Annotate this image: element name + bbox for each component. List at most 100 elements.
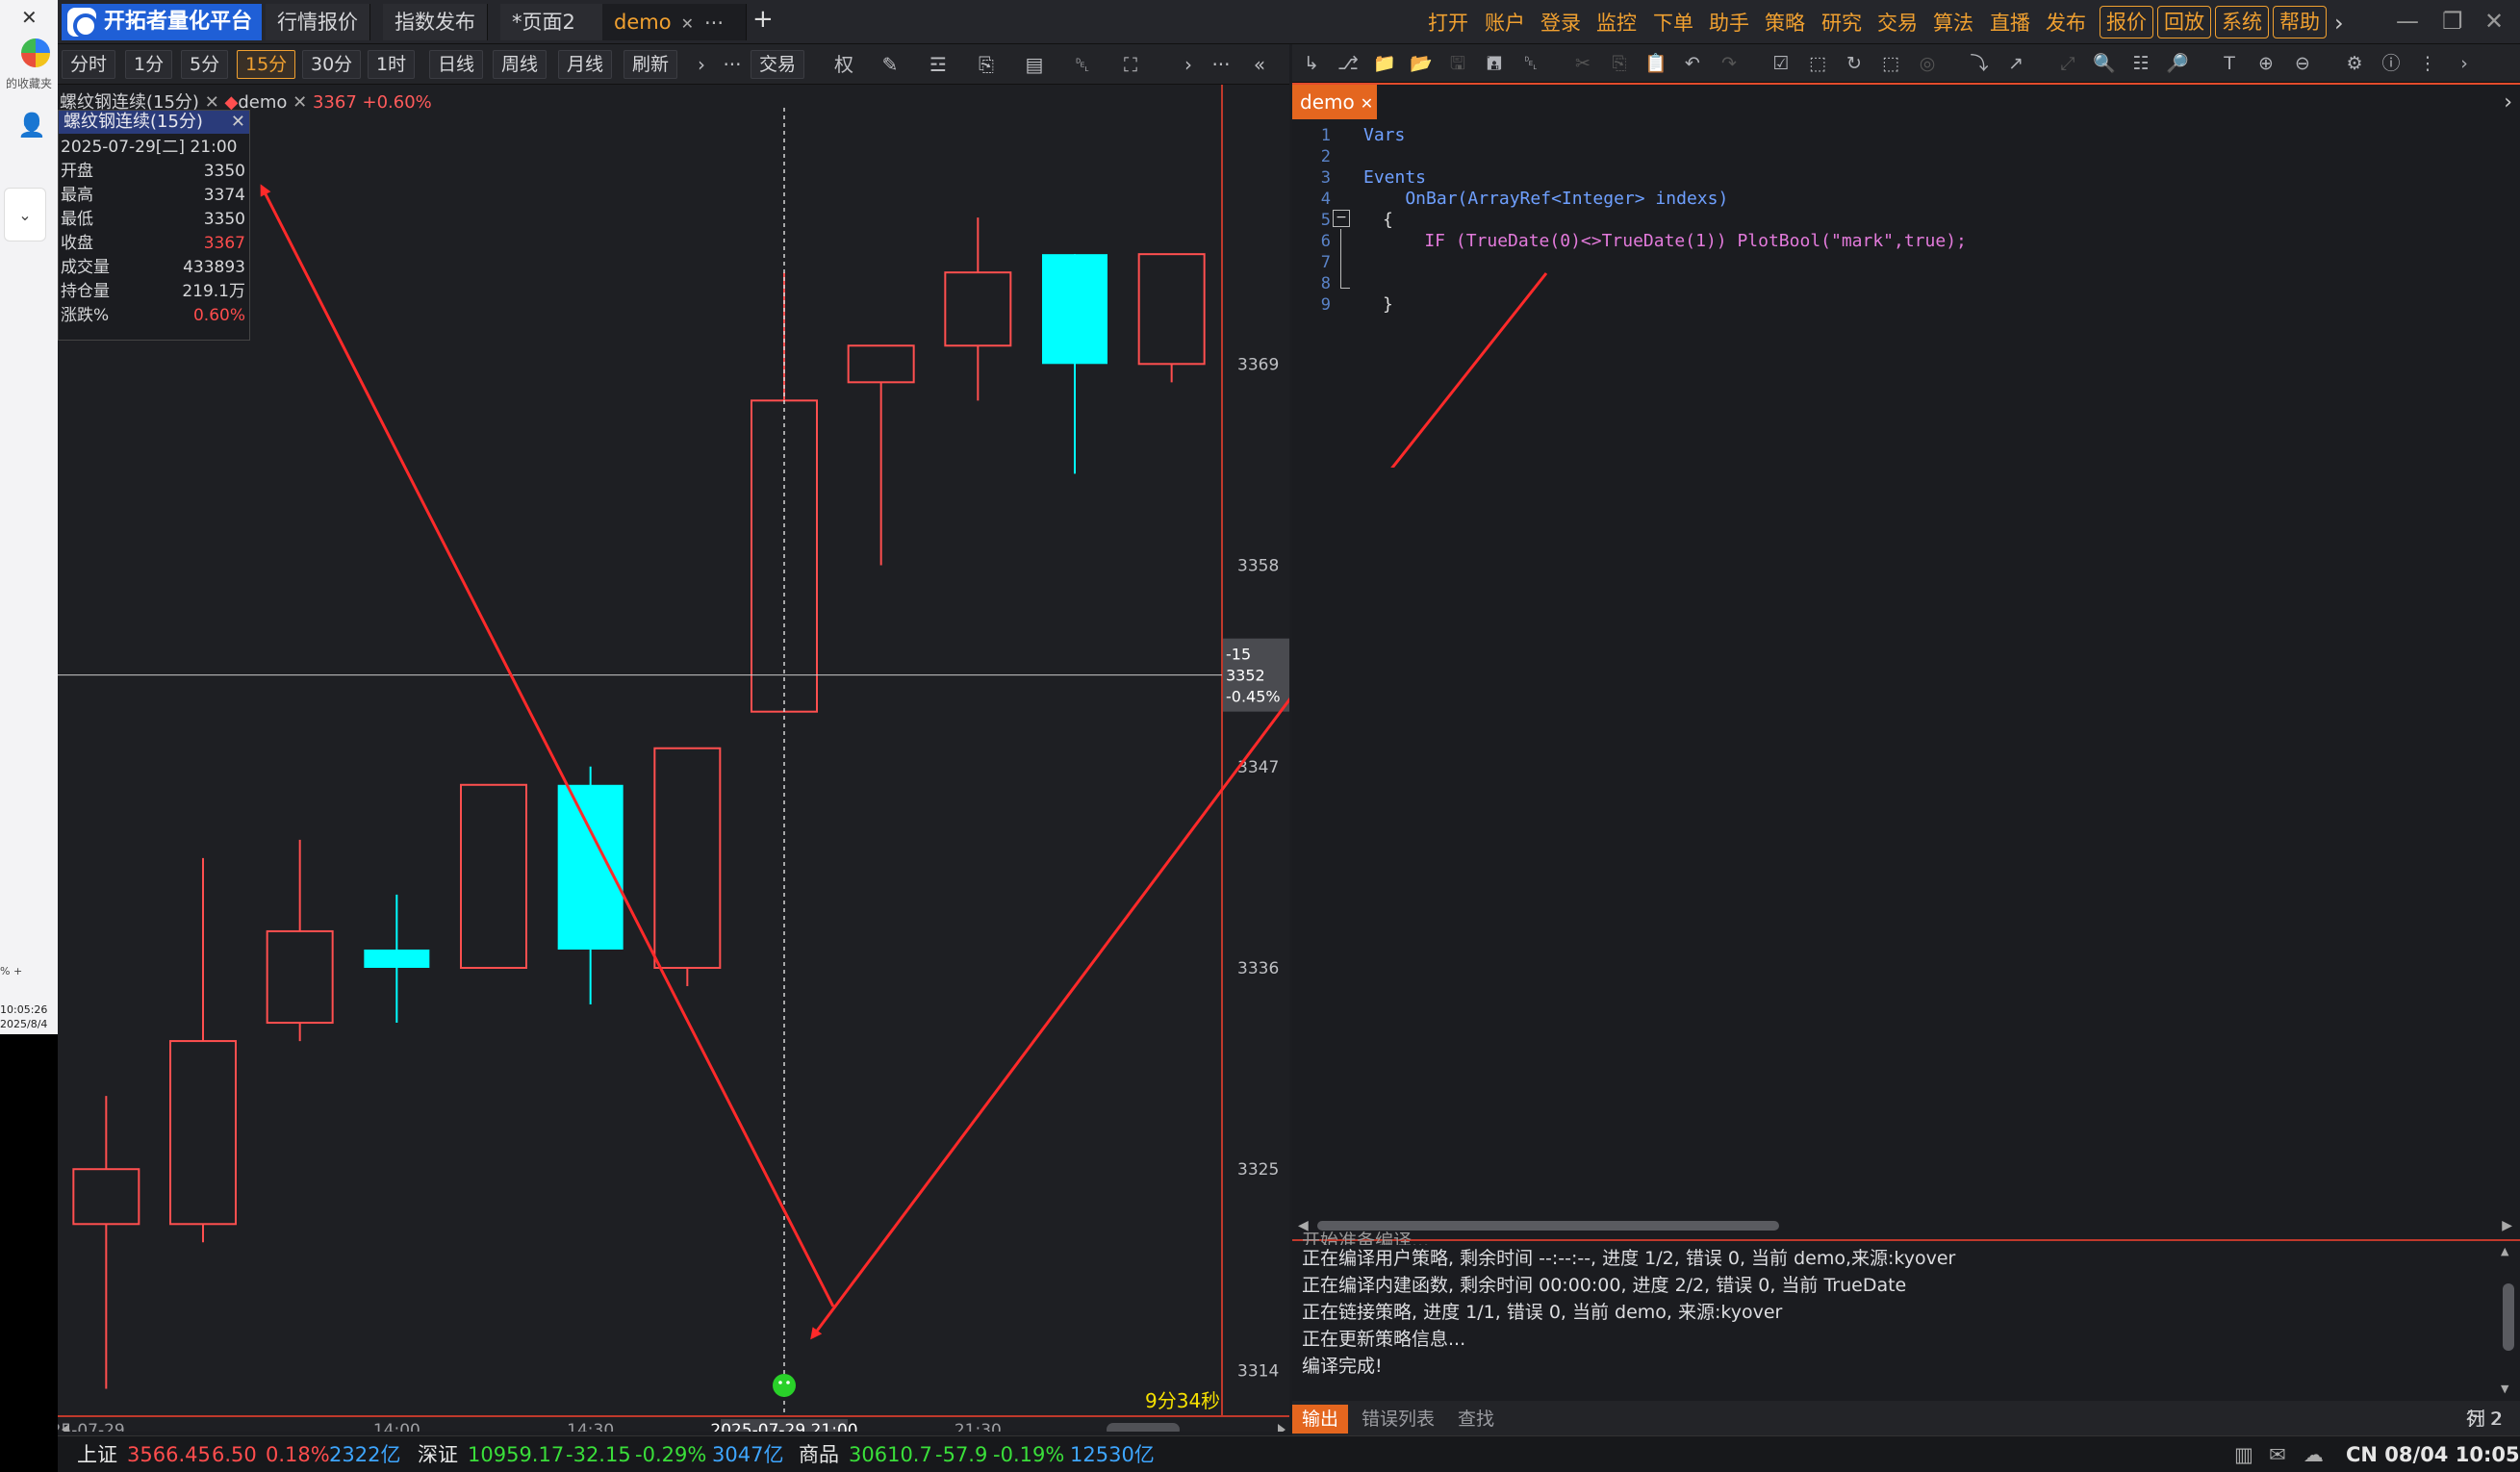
expand-icon[interactable]: ⤢ bbox=[2056, 52, 2079, 75]
menu-assistant[interactable]: 助手 bbox=[1709, 10, 1749, 37]
code-line-5[interactable]: { bbox=[1383, 210, 1393, 231]
menu-more-icon[interactable]: › bbox=[2334, 10, 2344, 37]
insert-icon[interactable]: ↳ bbox=[1300, 52, 1323, 75]
candle-body[interactable] bbox=[72, 1168, 140, 1226]
zoom-in-icon[interactable]: ⊕ bbox=[2254, 52, 2278, 75]
chevron-right-icon[interactable]: › bbox=[2453, 52, 2476, 75]
menu-quote-button[interactable]: 报价 bbox=[2100, 6, 2153, 38]
breakpoint-icon[interactable]: ◎ bbox=[1916, 52, 1939, 75]
export-icon[interactable]: ↗ bbox=[2004, 52, 2027, 75]
close-icon[interactable]: ✕ bbox=[293, 92, 307, 113]
candle-body[interactable] bbox=[364, 949, 430, 968]
scroll-thumb[interactable] bbox=[2503, 1283, 2514, 1351]
info-icon[interactable]: ⓘ bbox=[2380, 52, 2403, 75]
fold-toggle-icon[interactable]: − bbox=[1333, 210, 1350, 227]
app-brand[interactable]: 开拓者量化平台 bbox=[62, 4, 263, 40]
minimize-icon[interactable]: — bbox=[2396, 8, 2419, 35]
refresh-icon[interactable]: ↻ bbox=[1843, 52, 1866, 75]
code-editor[interactable]: demo ✕ › 1 2 3 4 5 6 7 8 9 − Vars Events OnBar(Ar… bbox=[1292, 83, 2520, 1239]
search-icon[interactable]: 🔍 bbox=[2093, 52, 2116, 75]
menu-strategy[interactable]: 策略 bbox=[1765, 10, 1805, 37]
code-line-6[interactable]: IF (TrueDate(0)<>TrueDate(1)) PlotBool("… bbox=[1383, 231, 1967, 252]
redo-icon[interactable]: ↷ bbox=[1718, 52, 1741, 75]
close-icon[interactable]: ✕ bbox=[21, 6, 42, 29]
open-folder-icon[interactable]: 📁 bbox=[1373, 52, 1396, 75]
add-branch-icon[interactable]: ⎇ bbox=[1336, 52, 1360, 75]
copy-icon[interactable]: ⎘ bbox=[974, 52, 999, 77]
more-icon[interactable]: ⋮ bbox=[2416, 52, 2439, 75]
menu-order[interactable]: 下单 bbox=[1653, 10, 1693, 37]
maximize-icon[interactable]: ❐ bbox=[2442, 8, 2463, 35]
trash-icon[interactable]: ␡ bbox=[1070, 52, 1095, 77]
tab-demo[interactable]: demo ✕ bbox=[602, 4, 747, 40]
menu-help-button[interactable]: 帮助 bbox=[2273, 6, 2327, 38]
code-line-1[interactable]: Vars bbox=[1363, 125, 1405, 146]
tab-quotes[interactable]: 行情报价 bbox=[266, 4, 370, 40]
settings-sliders-icon[interactable]: ☲ bbox=[926, 52, 951, 77]
candle-body[interactable] bbox=[1137, 253, 1206, 366]
save-icon[interactable]: 🖫 bbox=[1446, 52, 1469, 75]
candle-body[interactable] bbox=[557, 784, 624, 950]
menu-login[interactable]: 登录 bbox=[1540, 10, 1581, 37]
candle-body[interactable] bbox=[460, 783, 527, 969]
menu-open[interactable]: 打开 bbox=[1428, 10, 1468, 37]
sh-label[interactable]: 上证 bbox=[77, 1442, 117, 1467]
menu-live[interactable]: 直播 bbox=[1990, 10, 2030, 37]
horizontal-scrollbar[interactable]: ◀ ▶ bbox=[1298, 1218, 2512, 1233]
menu-algo[interactable]: 算法 bbox=[1933, 10, 1973, 37]
tab-index[interactable]: 指数发布 bbox=[383, 4, 488, 40]
select-icon[interactable]: ⬚ bbox=[1879, 52, 1902, 75]
kline-chart[interactable]: 331433253336334733583369 2025-07-2914:00… bbox=[58, 85, 1289, 1432]
scroll-up-icon[interactable]: ▲ bbox=[2501, 1245, 2508, 1257]
vertical-scrollbar[interactable]: ▲ ▼ bbox=[2501, 1245, 2514, 1395]
zoom-out-icon[interactable]: ⊖ bbox=[2291, 52, 2314, 75]
save-all-icon[interactable]: 🖪 bbox=[1483, 52, 1506, 75]
candle-body[interactable] bbox=[653, 747, 722, 969]
compile-icon[interactable]: ⬚ bbox=[1806, 52, 1829, 75]
period-15m-button[interactable]: 15分 bbox=[237, 50, 296, 79]
commodity-label[interactable]: 商品 bbox=[799, 1442, 839, 1467]
candle-body[interactable] bbox=[169, 1040, 237, 1226]
tab-add-icon[interactable]: + bbox=[752, 6, 774, 33]
menu-trade[interactable]: 交易 bbox=[1877, 10, 1918, 37]
browser-logo-icon[interactable] bbox=[21, 38, 50, 67]
editor-tab-demo[interactable]: demo ✕ bbox=[1292, 85, 1377, 119]
period-day-button[interactable]: 日线 bbox=[429, 50, 484, 79]
mark-signal-icon[interactable] bbox=[773, 1374, 796, 1397]
chevron-down-icon[interactable]: ⌄ bbox=[4, 188, 46, 241]
user-icon[interactable]: 👤 bbox=[17, 112, 46, 139]
menu-research[interactable]: 研究 bbox=[1821, 10, 1862, 37]
collapse-icon[interactable]: « bbox=[1247, 52, 1272, 77]
sz-label[interactable]: 深证 bbox=[418, 1442, 458, 1467]
more-icon[interactable]: ··· bbox=[1209, 52, 1234, 77]
tab-output[interactable]: 输出 bbox=[1292, 1405, 1349, 1434]
candle-body[interactable] bbox=[266, 929, 334, 1025]
menu-replay-button[interactable]: 回放 bbox=[2157, 6, 2211, 38]
tab-find[interactable]: 查找 bbox=[1448, 1405, 1504, 1434]
period-5m-button[interactable]: 5分 bbox=[181, 50, 229, 79]
check-icon[interactable]: ☑ bbox=[1769, 52, 1793, 75]
import-icon[interactable]: ⤵ bbox=[1968, 52, 1991, 75]
close-icon[interactable]: ✕ bbox=[681, 14, 694, 33]
refresh-button[interactable]: 刷新 bbox=[624, 50, 678, 79]
period-30m-button[interactable]: 30分 bbox=[302, 50, 362, 79]
gear-icon[interactable]: ⚙ bbox=[2343, 52, 2366, 75]
scroll-down-icon[interactable]: ▼ bbox=[2501, 1383, 2508, 1395]
trade-button[interactable]: 交易 bbox=[751, 50, 805, 79]
close-icon[interactable]: ✕ bbox=[231, 111, 245, 134]
period-minute-button[interactable]: 分时 bbox=[62, 50, 116, 79]
time-scroll-thumb[interactable] bbox=[1107, 1423, 1180, 1432]
tab-more-icon[interactable]: ··· bbox=[704, 10, 724, 37]
layout-icon[interactable]: ▥ bbox=[2234, 1442, 2253, 1467]
code-line-4[interactable]: OnBar(ArrayRef<Integer> indexs) bbox=[1363, 189, 1728, 210]
tab-page2[interactable]: *页面2 bbox=[500, 4, 606, 40]
scroll-right-icon[interactable]: ▶ bbox=[2502, 1218, 2512, 1233]
copy-icon[interactable]: ⎘ bbox=[1608, 52, 1631, 75]
draw-pen-icon[interactable]: ✎ bbox=[878, 52, 903, 77]
undo-icon[interactable]: ↶ bbox=[1681, 52, 1704, 75]
layout-icon[interactable]: ▤ bbox=[1022, 52, 1047, 77]
tab-errors[interactable]: 错误列表 bbox=[1352, 1405, 1444, 1434]
candle-body[interactable] bbox=[1042, 254, 1107, 365]
edit-folder-icon[interactable]: 📂 bbox=[1410, 52, 1433, 75]
replace-icon[interactable]: ☷ bbox=[2129, 52, 2152, 75]
